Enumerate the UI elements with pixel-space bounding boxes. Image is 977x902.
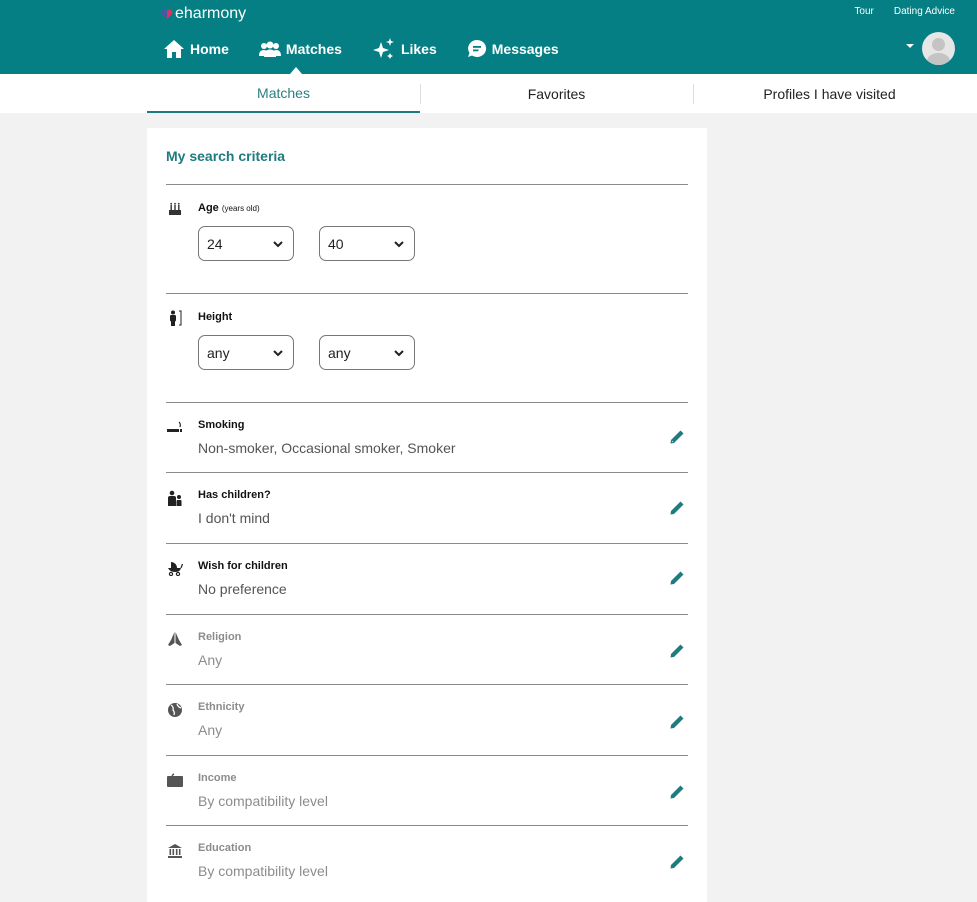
tab-favorites[interactable]: Favorites [420,74,693,113]
height-max-value: any [328,344,351,361]
sub-tabs: Matches Favorites Profiles I have visite… [0,74,977,113]
university-icon [167,843,183,859]
has-children-value: I don't mind [198,510,270,526]
age-min-select[interactable]: 24 [198,226,294,261]
nav-messages-label: Messages [491,41,559,57]
divider [166,755,688,756]
utility-links: Tour Dating Advice [854,6,955,17]
top-header: eharmony Tour Dating Advice Home Matches… [0,0,977,74]
religion-value: Any [198,652,223,668]
logo-text: eharmony [175,5,247,22]
height-min-select[interactable]: any [198,335,294,370]
home-icon [163,39,185,59]
age-max-select[interactable]: 40 [319,226,415,261]
tour-link[interactable]: Tour [854,6,873,17]
user-menu [906,32,955,65]
edit-wish-for-children-pencil-icon[interactable] [669,570,685,586]
divider [166,293,688,294]
divider [166,684,688,685]
education-label: Education [198,842,252,854]
chevron-down-icon [273,241,283,248]
users-icon [258,41,281,57]
divider [166,543,688,544]
nav-home-label: Home [190,41,229,57]
height-max-select[interactable]: any [319,335,415,370]
income-label: Income [198,772,237,784]
height-min-value: any [207,344,230,361]
age-hint: (years old) [221,204,260,213]
divider [166,472,688,473]
person-height-icon [167,310,183,326]
wish-for-children-value: No preference [198,581,287,597]
chevron-down-icon [394,350,404,357]
stroller-icon [167,560,183,576]
wallet-icon [167,772,183,788]
nav-matches[interactable]: Matches [258,36,342,74]
divider [166,402,688,403]
income-value: By compatibility level [198,793,328,809]
smoking-label: Smoking [198,419,245,431]
main-nav: Home Matches Likes Messages [163,36,589,74]
edit-has-children-pencil-icon[interactable] [669,500,685,516]
smoking-value: Non-smoker, Occasional smoker, Smoker [198,440,456,456]
has-children-label: Has children? [198,489,271,501]
wish-for-children-label: Wish for children [198,560,288,572]
logo-heart-icon [161,9,173,20]
avatar-head [932,38,945,51]
caret-down-icon[interactable] [906,43,914,48]
search-criteria-card: My search criteria Age (years old) 24 40… [147,128,707,902]
edit-smoking-pencil-icon[interactable] [669,429,685,445]
avatar-body [927,53,950,65]
ethnicity-value: Any [198,722,223,738]
edit-education-pencil-icon[interactable] [669,854,685,870]
tab-profiles-visited[interactable]: Profiles I have visited [693,74,966,113]
ethnicity-label: Ethnicity [198,701,245,713]
age-label: Age (years old) [198,202,260,214]
edit-ethnicity-pencil-icon[interactable] [669,714,685,730]
edit-religion-pencil-icon[interactable] [669,643,685,659]
praying-hands-icon [167,631,183,647]
height-label: Height [198,311,233,323]
divider [166,184,688,185]
chevron-down-icon [273,350,283,357]
education-value: By compatibility level [198,863,328,879]
eharmony-logo[interactable]: eharmony [161,4,246,24]
card-title: My search criteria [166,148,286,164]
chat-icon [467,39,487,59]
divider [166,614,688,615]
cigarette-icon [167,419,183,435]
religion-label: Religion [198,631,242,643]
tab-matches[interactable]: Matches [147,74,420,113]
sparkles-icon [372,37,396,61]
nav-messages[interactable]: Messages [467,36,559,62]
nav-home[interactable]: Home [163,36,229,62]
nav-matches-label: Matches [285,41,342,57]
chevron-down-icon [394,241,404,248]
avatar[interactable] [922,32,955,65]
divider [166,825,688,826]
nav-likes-label: Likes [400,41,437,57]
nav-likes[interactable]: Likes [372,36,437,62]
age-max-value: 40 [328,235,344,252]
birthday-cake-icon [167,201,183,217]
age-label-text: Age [198,202,219,214]
globe-icon [167,702,183,718]
age-min-value: 24 [207,235,223,252]
family-icon [167,490,183,506]
dating-advice-link[interactable]: Dating Advice [894,6,955,17]
edit-income-pencil-icon[interactable] [669,784,685,800]
